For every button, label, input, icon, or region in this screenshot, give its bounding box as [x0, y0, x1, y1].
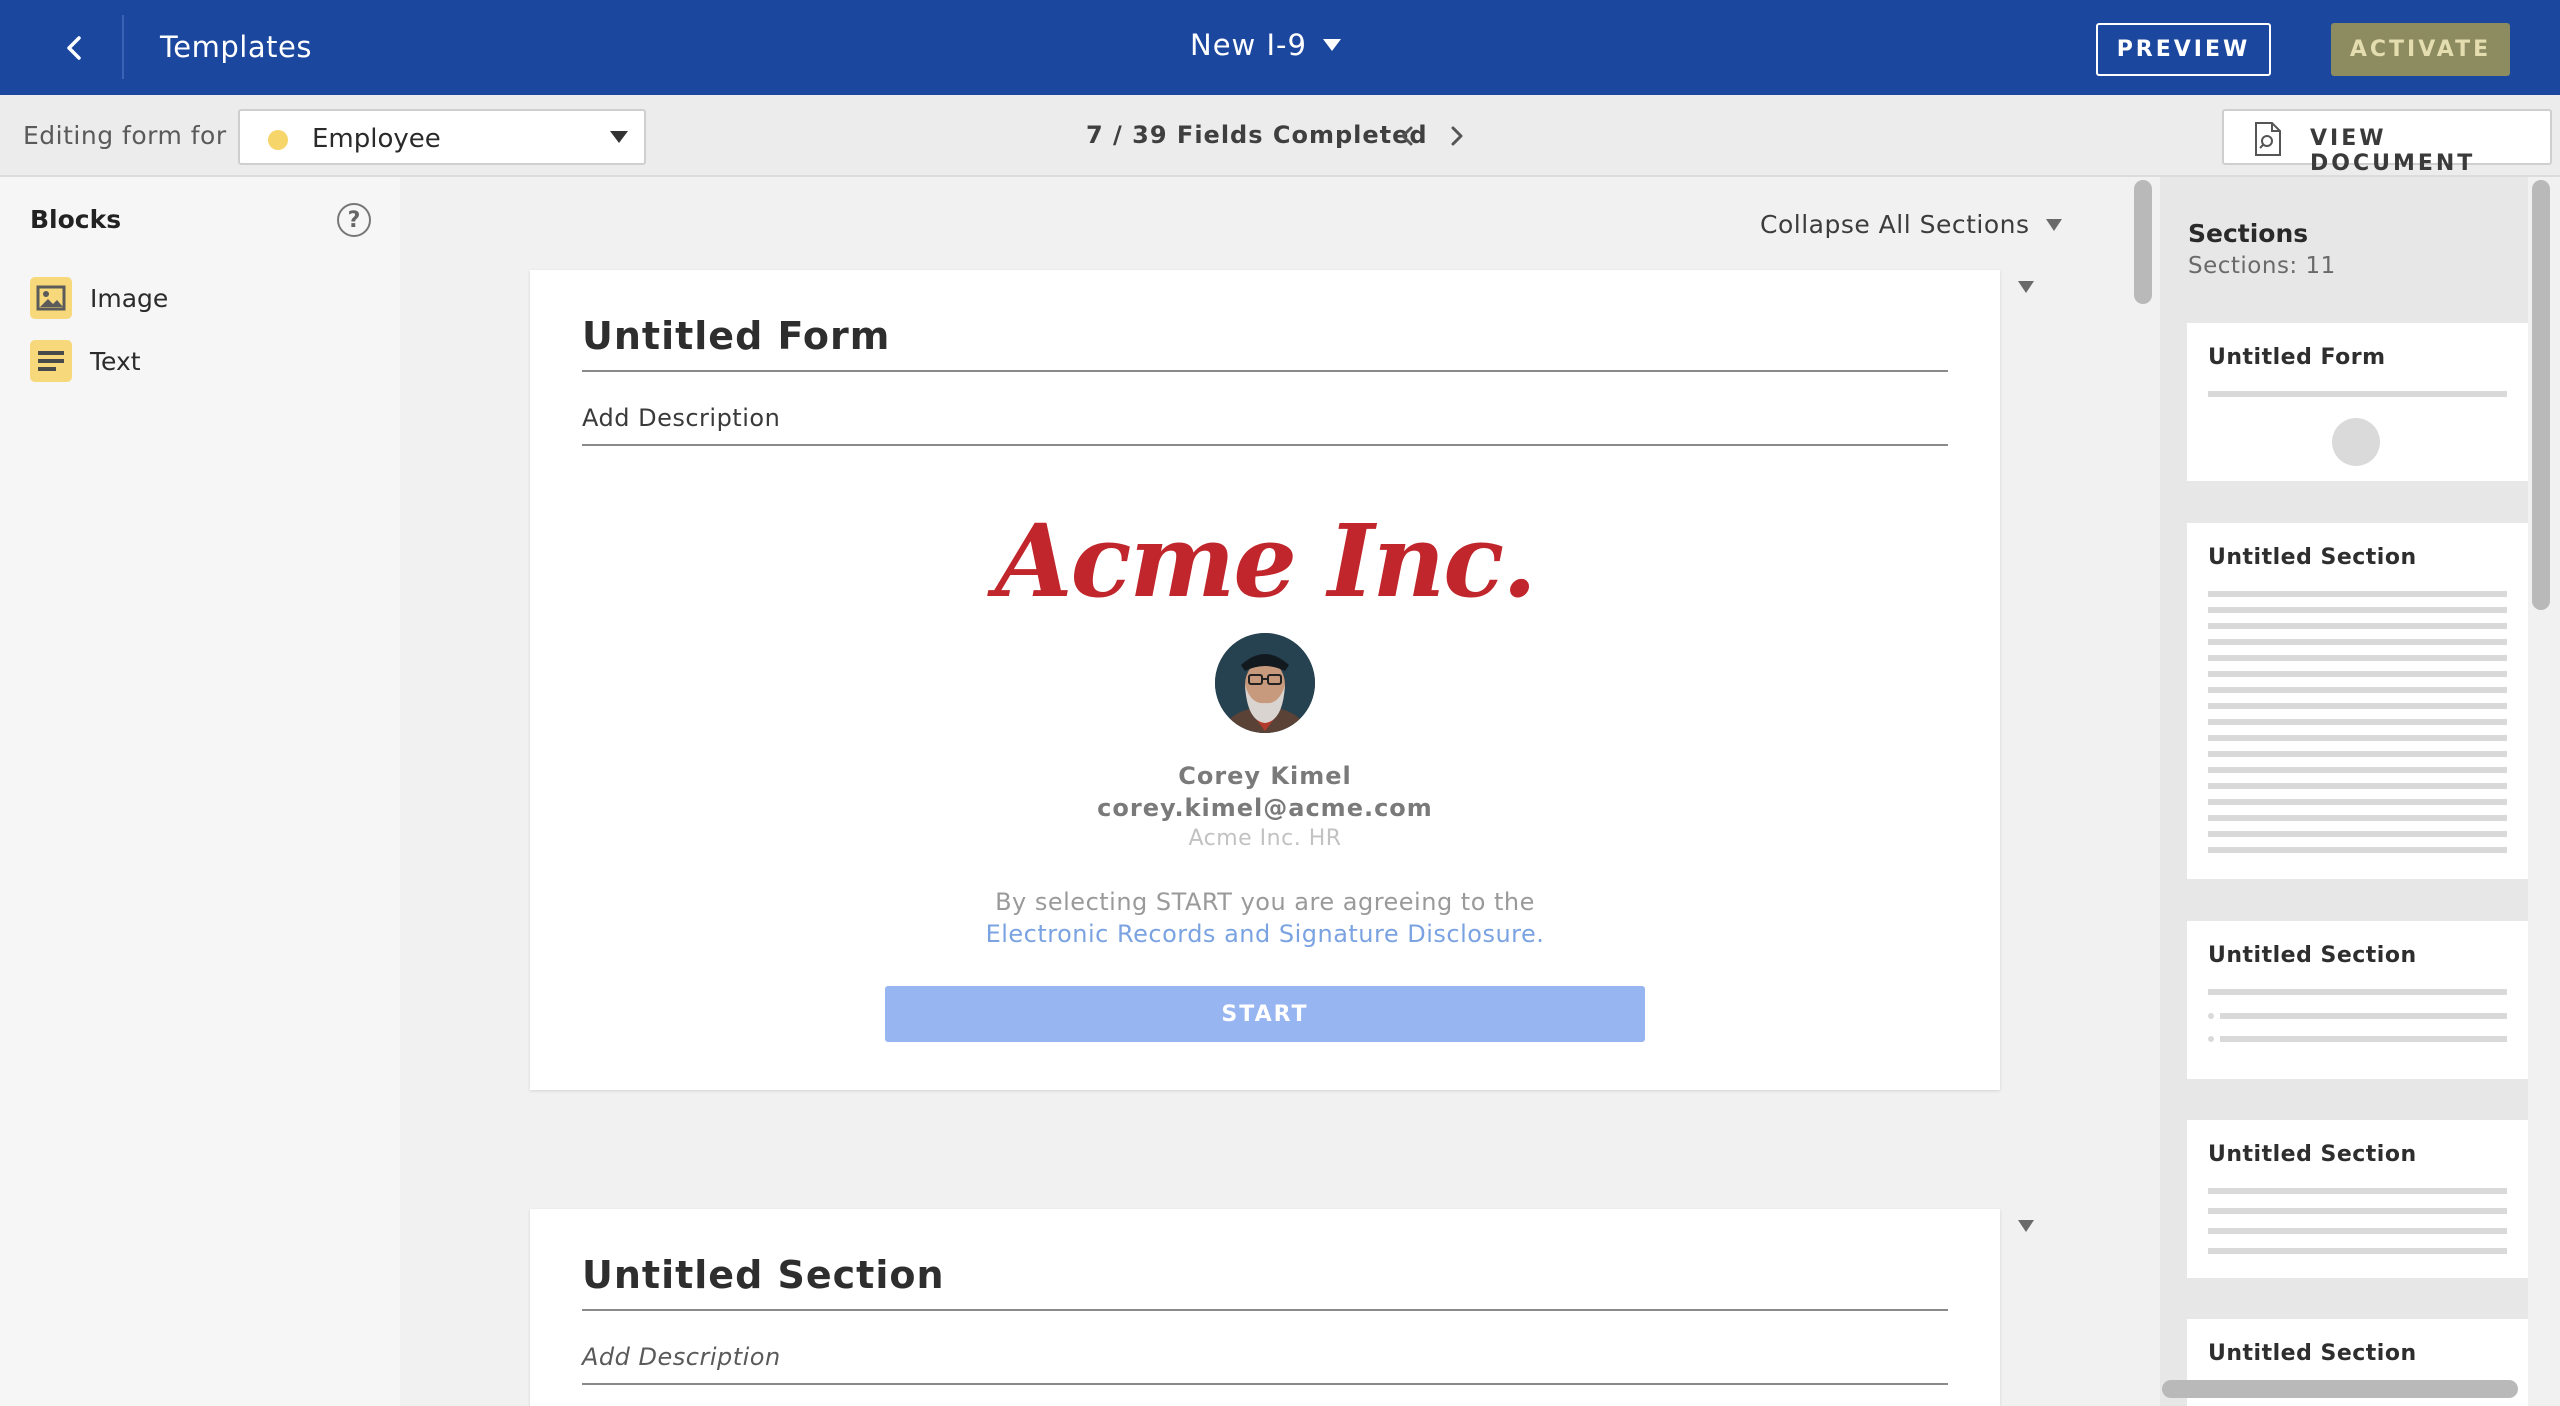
avatar — [1215, 633, 1315, 733]
thumbnail-line — [2220, 1013, 2507, 1019]
thumbnail-bullet — [2208, 1013, 2214, 1019]
collapse-all-sections-button[interactable]: Collapse All Sections — [1760, 210, 2062, 239]
form-card-collapse-toggle[interactable] — [2018, 281, 2034, 293]
sender-email: corey.kimel@acme.com — [1097, 794, 1433, 822]
blocks-title: Blocks — [30, 205, 122, 234]
thumbnail-line — [2208, 831, 2507, 837]
previous-field-button[interactable] — [1392, 119, 1422, 153]
description-underline — [582, 1383, 1948, 1385]
section-thumbnail-title: Untitled Section — [2208, 1341, 2417, 1366]
section-title[interactable]: Untitled Section — [582, 1253, 945, 1297]
section-thumbnail-title: Untitled Section — [2208, 545, 2417, 570]
section-card-collapse-toggle[interactable] — [2018, 1220, 2034, 1232]
thumbnail-line — [2208, 687, 2507, 693]
company-logo: Acme Inc. — [995, 502, 1537, 620]
disclosure-link[interactable]: Electronic Records and Signature Disclos… — [530, 920, 2000, 948]
thumbnail-avatar-placeholder — [2332, 418, 2380, 466]
view-document-label: VIEW DOCUMENT — [2310, 126, 2476, 176]
title-underline — [582, 1309, 1948, 1311]
section-thumbnail[interactable]: Untitled Form — [2187, 323, 2528, 481]
thumbnail-line — [2208, 1228, 2507, 1234]
sender-name: Corey Kimel — [1178, 762, 1352, 790]
form-title[interactable]: Untitled Form — [582, 314, 890, 358]
caret-down-icon — [2045, 218, 2062, 231]
sections-panel-horizontal-scrollbar[interactable] — [2162, 1380, 2518, 1398]
agreement-text: By selecting START you are agreeing to t… — [995, 888, 1535, 916]
sections-title: Sections — [2188, 219, 2309, 248]
thumbnail-line — [2208, 671, 2507, 677]
section-thumbnail[interactable]: Untitled Section — [2187, 921, 2528, 1079]
role-color-dot — [268, 130, 288, 150]
fields-completed-counter: 7 / 39 Fields Completed — [1086, 121, 1428, 149]
sections-panel-scrollbar[interactable] — [2532, 180, 2550, 610]
caret-down-icon — [1322, 39, 1341, 51]
document-name-dropdown[interactable]: New I-9 — [1190, 28, 1341, 62]
back-button[interactable] — [40, 22, 110, 74]
document-name: New I-9 — [1190, 28, 1307, 62]
start-button[interactable]: START — [885, 986, 1645, 1042]
section-thumbnail[interactable]: Untitled Section — [2187, 523, 2528, 879]
editing-toolbar: Editing form for Employee 7 / 39 Fields … — [0, 95, 2560, 177]
block-label: Image — [90, 283, 169, 313]
role-dropdown[interactable]: Employee — [238, 109, 646, 165]
block-label: Text — [90, 346, 141, 376]
thumbnail-line — [2208, 847, 2507, 853]
thumbnail-line — [2208, 1188, 2507, 1194]
section-thumbnail-title: Untitled Section — [2208, 943, 2417, 968]
chevron-left-icon — [67, 36, 81, 60]
thumbnail-line — [2208, 767, 2507, 773]
section-thumbnail[interactable]: Untitled Section — [2187, 1120, 2528, 1278]
thumbnail-line — [2208, 623, 2507, 629]
sections-count: Sections: 11 — [2188, 253, 2336, 279]
view-document-button[interactable]: VIEW DOCUMENT — [2222, 109, 2552, 176]
thumbnail-bullet — [2208, 1036, 2214, 1042]
thumbnail-line — [2208, 703, 2507, 709]
document-search-icon — [2255, 122, 2281, 156]
caret-down-icon — [610, 131, 628, 143]
editing-form-label: Editing form for — [23, 121, 227, 150]
section-description-input[interactable]: Add Description — [582, 1343, 781, 1371]
title-underline — [582, 370, 1948, 372]
thumbnail-line — [2208, 607, 2507, 613]
thumbnail-line — [2208, 719, 2507, 725]
thumbnail-line — [2208, 591, 2507, 597]
thumbnail-line — [2208, 815, 2507, 821]
block-image[interactable]: Image — [30, 277, 168, 319]
section-thumbnail-title: Untitled Form — [2208, 345, 2386, 370]
thumbnail-line — [2220, 1036, 2507, 1042]
blocks-sidebar: Blocks ? Image Text — [0, 177, 400, 1406]
thumbnail-line — [2208, 655, 2507, 661]
thumbnail-line — [2208, 639, 2507, 645]
top-bar: Templates New I-9 PREVIEW ACTIVATE — [0, 0, 2560, 95]
thumbnail-line — [2208, 1248, 2507, 1254]
preview-button[interactable]: PREVIEW — [2096, 23, 2271, 76]
sections-panel: Sections Sections: 11 Untitled Form Unti… — [2160, 177, 2528, 1406]
thumbnail-line — [2208, 735, 2507, 741]
block-text[interactable]: Text — [30, 340, 141, 382]
thumbnail-line — [2208, 751, 2507, 757]
header-divider — [122, 15, 124, 79]
activate-button[interactable]: ACTIVATE — [2331, 23, 2510, 76]
help-icon[interactable]: ? — [337, 203, 371, 237]
sender-organization: Acme Inc. HR — [1188, 826, 1342, 851]
image-icon — [30, 277, 72, 319]
thumbnail-line — [2208, 783, 2507, 789]
next-field-button[interactable] — [1442, 119, 1472, 153]
canvas-scrollbar[interactable] — [2134, 180, 2152, 304]
section-thumbnail-title: Untitled Section — [2208, 1142, 2417, 1167]
role-value: Employee — [312, 124, 441, 154]
page-title: Templates — [160, 30, 312, 64]
thumbnail-line — [2208, 1208, 2507, 1214]
form-canvas: Collapse All Sections Untitled Form Add … — [400, 177, 2130, 1406]
thumbnail-line — [2208, 391, 2507, 397]
description-underline — [582, 444, 1948, 446]
thumbnail-line — [2208, 989, 2507, 995]
collapse-all-label: Collapse All Sections — [1760, 210, 2030, 239]
text-lines-icon — [30, 340, 72, 382]
form-card: Untitled Form Add Description Acme Inc. … — [530, 270, 2000, 1090]
thumbnail-line — [2208, 799, 2507, 805]
form-description[interactable]: Add Description — [582, 404, 780, 432]
section-card: Untitled Section Add Description — [530, 1209, 2000, 1406]
